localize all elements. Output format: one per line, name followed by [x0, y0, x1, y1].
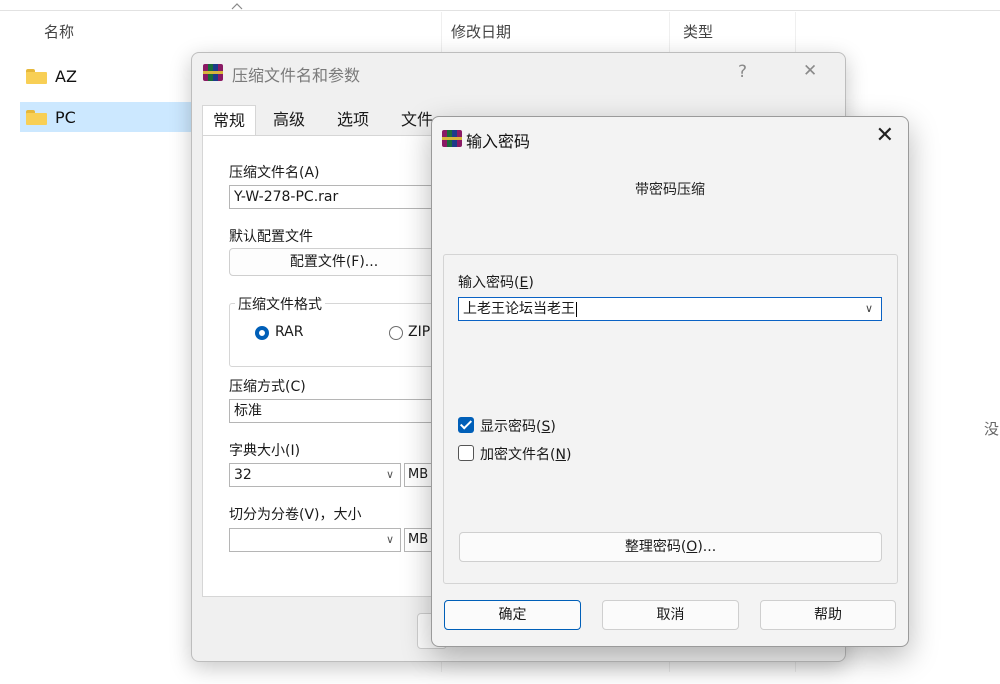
- tab-general[interactable]: 常规: [202, 105, 256, 136]
- column-header-name[interactable]: 名称: [44, 21, 74, 42]
- organize-passwords-button[interactable]: 整理密码(O)...: [459, 532, 882, 562]
- format-rar-label: RAR: [275, 324, 304, 340]
- column-header-type[interactable]: 类型: [683, 21, 713, 42]
- split-unit-select[interactable]: MB: [404, 528, 434, 552]
- default-profile-label: 默认配置文件: [229, 229, 313, 245]
- dictionary-size-label: 字典大小(I): [229, 443, 301, 459]
- dictionary-size-value: 32: [234, 467, 252, 483]
- format-rar-radio[interactable]: [255, 326, 269, 340]
- ok-button[interactable]: 确定: [444, 600, 581, 630]
- dictionary-size-select[interactable]: 32 ∨: [229, 463, 401, 487]
- password-value: 上老王论坛当老王: [463, 301, 575, 317]
- close-button[interactable]: ✕: [803, 61, 817, 81]
- winrar-icon: [442, 130, 462, 147]
- show-password-label[interactable]: 显示密码(S): [480, 416, 556, 436]
- tab-advanced[interactable]: 高级: [264, 105, 314, 135]
- enter-password-label: 输入密码(E): [458, 275, 534, 291]
- password-dialog-title: 输入密码: [466, 132, 531, 151]
- archive-name-field[interactable]: Y-W-278-PC.rar: [229, 185, 449, 209]
- split-volumes-label: 切分为分卷(V)，大小: [229, 507, 362, 523]
- help-button[interactable]: ?: [738, 62, 747, 82]
- folder-icon: [26, 68, 47, 84]
- dialog-title: 压缩文件名和参数: [232, 66, 361, 85]
- archive-format-group-title: 压缩文件格式: [235, 294, 325, 314]
- enter-password-dialog: 输入密码 ✕ 带密码压缩 输入密码(E) 上老王论坛当老王 ∨ 显示密码(S) …: [431, 116, 909, 647]
- chevron-down-icon: ∨: [385, 533, 394, 546]
- help-button[interactable]: 帮助: [760, 600, 896, 630]
- format-zip-label: ZIP: [408, 324, 431, 340]
- archive-name-label: 压缩文件名(A): [229, 165, 320, 181]
- split-volumes-select[interactable]: ∨: [229, 528, 401, 552]
- password-input[interactable]: 上老王论坛当老王 ∨: [458, 297, 882, 321]
- cancel-button[interactable]: 取消: [602, 600, 739, 630]
- truncated-status-text: 没: [984, 420, 1000, 438]
- winrar-icon: [203, 64, 223, 81]
- chevron-down-icon: ∨: [385, 468, 394, 481]
- text-cursor: [576, 301, 577, 317]
- explorer-header-line: [0, 0, 1000, 11]
- tab-options[interactable]: 选项: [328, 105, 378, 135]
- file-name: AZ: [55, 66, 77, 86]
- dictionary-unit-select[interactable]: MB: [404, 463, 434, 487]
- compression-method-select[interactable]: 标准: [229, 399, 449, 423]
- chevron-down-icon[interactable]: ∨: [865, 298, 873, 320]
- password-group: 输入密码(E) 上老王论坛当老王 ∨ 显示密码(S) 加密文件名(N) 整理密码…: [443, 254, 898, 584]
- column-header-modified[interactable]: 修改日期: [451, 21, 511, 42]
- close-button[interactable]: ✕: [876, 123, 894, 148]
- dialog-titlebar[interactable]: 压缩文件名和参数 ? ✕: [192, 53, 845, 93]
- password-dialog-subtitle: 带密码压缩: [635, 182, 705, 198]
- format-zip-radio[interactable]: [389, 326, 403, 340]
- show-password-checkbox[interactable]: [458, 417, 474, 433]
- encrypt-filenames-checkbox[interactable]: [458, 445, 474, 461]
- folder-icon: [26, 109, 47, 125]
- sort-ascending-icon: [231, 3, 243, 10]
- profiles-button[interactable]: 配置文件(F)...: [229, 248, 439, 276]
- compression-method-label: 压缩方式(C): [229, 379, 306, 395]
- encrypt-filenames-label[interactable]: 加密文件名(N): [480, 444, 571, 464]
- file-name: PC: [55, 107, 76, 127]
